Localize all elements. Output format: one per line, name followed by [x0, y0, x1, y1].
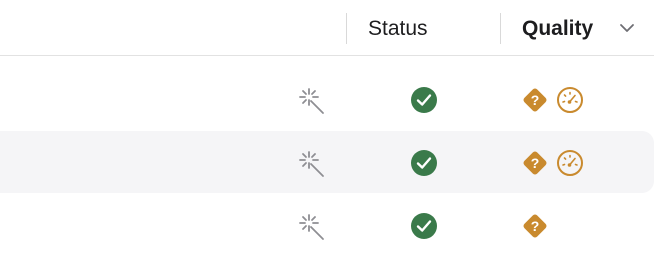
checkmark-circle-icon — [411, 213, 437, 239]
column-divider[interactable] — [346, 13, 347, 44]
column-header-quality[interactable]: Quality — [522, 16, 593, 42]
table-row[interactable]: ? — [0, 68, 654, 130]
question-diamond-icon: ? — [523, 214, 547, 238]
table-header: Status Quality — [0, 0, 654, 56]
svg-text:?: ? — [531, 218, 540, 234]
checkmark-circle-icon — [411, 87, 437, 113]
column-divider[interactable] — [500, 13, 501, 44]
column-header-status[interactable]: Status — [368, 16, 428, 42]
question-diamond-icon: ? — [523, 88, 547, 112]
magic-wand-icon[interactable] — [298, 86, 328, 116]
table-row[interactable]: ? — [0, 194, 654, 256]
svg-text:?: ? — [531, 92, 540, 108]
table-row[interactable]: ? — [0, 131, 654, 193]
gauge-icon — [557, 87, 583, 113]
gauge-icon — [557, 150, 583, 176]
chevron-down-icon[interactable] — [619, 22, 635, 34]
magic-wand-icon[interactable] — [298, 212, 328, 242]
checkmark-circle-icon — [411, 150, 437, 176]
question-diamond-icon: ? — [523, 151, 547, 175]
magic-wand-icon[interactable] — [298, 149, 328, 179]
svg-text:?: ? — [531, 155, 540, 171]
